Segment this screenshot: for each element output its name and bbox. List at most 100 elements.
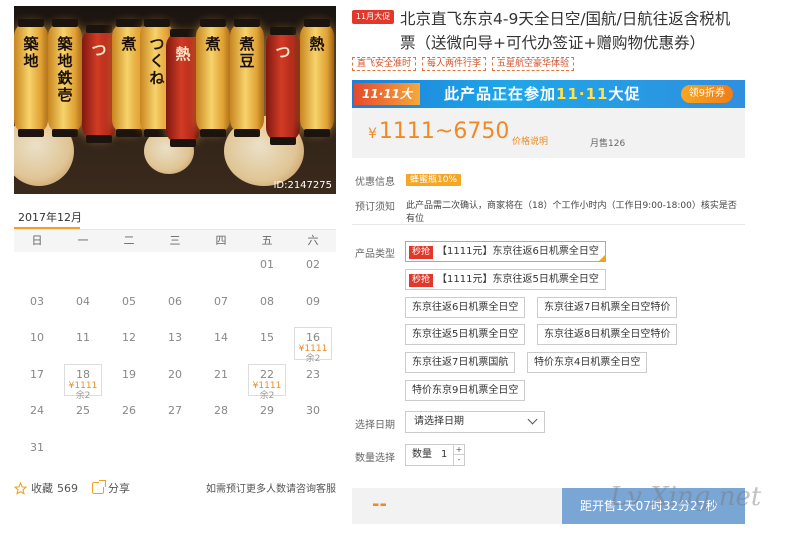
calendar-day: 27 xyxy=(152,398,198,435)
option-7day-ana-special[interactable]: 东京往返7日机票全日空特价 xyxy=(537,297,678,318)
calendar-day-number: 11 xyxy=(76,331,90,344)
calendar-day-number: 20 xyxy=(168,367,182,381)
option-8day-ana-special[interactable]: 东京往返8日机票全日空特价 xyxy=(537,324,678,345)
weekday-label: 二 xyxy=(123,234,135,247)
calendar-day: 11 xyxy=(60,325,106,362)
calendar-day: 14 xyxy=(198,325,244,362)
calendar-day: 05 xyxy=(106,289,152,326)
calendar-day-number: 26 xyxy=(122,404,136,417)
option-6day-special[interactable]: 秒抢 【1111元】东京往返6日机票全日空 xyxy=(405,241,606,262)
hot-badge: 秒抢 xyxy=(409,274,434,287)
price-box: ¥1111~6750 价格说明 月售126 xyxy=(352,108,745,158)
lantern: つ xyxy=(82,25,116,143)
photo-id-label: ID:2147275 xyxy=(273,180,332,191)
weekday-label: 五 xyxy=(261,234,273,247)
promo-logo: 11·11大促 xyxy=(354,83,420,123)
calendar-day: 26 xyxy=(106,398,152,435)
calendar-weekday-header: 日一二三四五六 xyxy=(14,230,336,252)
calendar-day-available[interactable]: 22 ¥1111 余2 xyxy=(248,363,286,401)
calendar-day-price: ¥1111 xyxy=(68,380,98,391)
quantity-label: 数量选择 xyxy=(355,453,395,464)
calendar-day: 12 xyxy=(106,325,152,362)
calendar-day-number: 30 xyxy=(306,404,320,417)
calendar-day: 19 xyxy=(106,362,152,399)
calendar-month: 2017年12月 xyxy=(18,211,82,224)
calendar-day-available[interactable]: 16 ¥1111 余2 xyxy=(294,327,332,364)
action-bar: 收藏 569 分享 如需预订更多人数请咨询客服 xyxy=(14,480,336,496)
option-7day-airchina[interactable]: 东京往返7日机票国航 xyxy=(405,352,516,373)
calendar-day-number: 28 xyxy=(214,404,228,417)
calendar-empty-cell xyxy=(14,252,60,289)
calendar-day: 07 xyxy=(198,289,244,326)
product-title-text: 北京直飞东京4-9天全日空/国航/日航往返含税机票（送微向导+可代办签证+赠购物… xyxy=(400,10,731,52)
calendar-day-number: 09 xyxy=(306,294,320,308)
promo-banner[interactable]: 11·11大促 此产品正在参加11·11大促 领9折券 xyxy=(352,80,745,123)
favorite-button[interactable]: 收藏 569 xyxy=(14,480,78,496)
calendar-day-number: 16 xyxy=(306,331,320,344)
calendar-day: 06 xyxy=(152,289,198,326)
calendar-day: 23 xyxy=(290,362,336,399)
share-icon xyxy=(92,480,106,494)
calendar-day: 01 xyxy=(244,252,290,289)
calendar-day-number: 21 xyxy=(214,367,228,381)
calendar-day-price: ¥1111 xyxy=(252,380,282,391)
calendar-day-number: 10 xyxy=(30,331,44,344)
calendar-day-number: 25 xyxy=(76,404,90,417)
lantern: 煮豆 xyxy=(230,19,264,137)
share-button[interactable]: 分享 xyxy=(92,480,130,496)
calendar-day-number: 07 xyxy=(214,294,228,308)
calendar-day-number: 19 xyxy=(122,367,136,381)
calendar-day-number: 13 xyxy=(168,331,182,344)
quantity-decrement-button[interactable]: - xyxy=(453,455,464,465)
quantity-value[interactable]: 1 xyxy=(441,445,447,465)
calendar-day: 15 xyxy=(244,325,290,362)
feature-tag: 五星航空豪华体验 xyxy=(492,57,575,71)
option-5day-ana[interactable]: 东京往返5日机票全日空 xyxy=(405,324,526,345)
total-price: -- xyxy=(372,494,387,515)
calendar-day: 28 xyxy=(198,398,244,435)
feature-tag: 每人两件行李 xyxy=(422,57,487,71)
option-9day-ana-special[interactable]: 特价东京9日机票全日空 xyxy=(405,380,526,401)
calendar-day-number: 06 xyxy=(168,294,182,308)
option-5day-special[interactable]: 秒抢 【1111元】东京往返5日机票全日空 xyxy=(405,269,606,290)
calendar-day-available[interactable]: 18 ¥1111 余2 xyxy=(64,363,102,401)
calendar-day: 17 xyxy=(14,362,60,399)
discount-badge: 蜂蜜瓶10% xyxy=(406,174,462,186)
calendar-day: 10 xyxy=(14,325,60,362)
consult-link[interactable]: 如需预订更多人数请咨询客服 xyxy=(206,480,336,495)
calendar-day-number: 22 xyxy=(260,367,274,381)
calendar-day-number: 31 xyxy=(30,440,44,454)
calendar-day-number: 14 xyxy=(214,331,228,344)
calendar-day-number: 03 xyxy=(30,294,44,308)
calendar-empty-cell xyxy=(106,252,152,289)
calendar-day-number: 27 xyxy=(168,404,182,417)
star-icon xyxy=(14,481,27,495)
calendar-day-number: 02 xyxy=(306,258,320,271)
promo-message: 此产品正在参加11·11大促 xyxy=(444,85,641,103)
weekday-label: 六 xyxy=(307,234,319,247)
calendar-day: 02 xyxy=(290,252,336,289)
product-photo: 築地 築地鉄壱 つ 煮 つくね 熱 煮 煮豆 つ 熱 ID:2147275 xyxy=(14,6,336,194)
favorite-count: 569 xyxy=(57,481,78,495)
calendar-day: 25 xyxy=(60,398,106,435)
discount-label: 优惠信息 xyxy=(355,177,395,188)
weekday-label: 三 xyxy=(169,234,181,247)
calendar-days: 01 02 03 04 05 06 07 08 09 10 11 12 13 14 15 16 ¥1111 余2 1… xyxy=(14,252,336,471)
quantity-increment-button[interactable]: + xyxy=(453,445,464,455)
options-label: 产品类型 xyxy=(355,249,395,260)
calendar-day: 09 xyxy=(290,289,336,326)
weekday-label: 日 xyxy=(31,234,43,247)
coupon-button[interactable]: 领9折券 xyxy=(680,85,733,103)
option-4day-ana-special[interactable]: 特价东京4日机票全日空 xyxy=(527,352,648,373)
quantity-stepper[interactable]: 数量 1 + - xyxy=(405,444,465,466)
calendar-day-number: 01 xyxy=(260,258,274,271)
date-select[interactable]: 请选择日期 xyxy=(405,411,545,433)
price-explain-link[interactable]: 价格说明 xyxy=(512,134,548,147)
site-watermark: Lv Xing.net xyxy=(610,482,762,512)
option-6day-ana[interactable]: 东京往返6日机票全日空 xyxy=(405,297,526,318)
divider xyxy=(352,224,745,225)
lantern: 築地鉄壱 xyxy=(48,19,82,137)
lantern: 築地 xyxy=(14,19,48,137)
notice-text: 此产品需二次确认，商家将在（18）个工作小时内（工作日9:00-18:00）核实… xyxy=(406,201,737,224)
feature-tag: 直飞安全准时 xyxy=(352,57,417,71)
